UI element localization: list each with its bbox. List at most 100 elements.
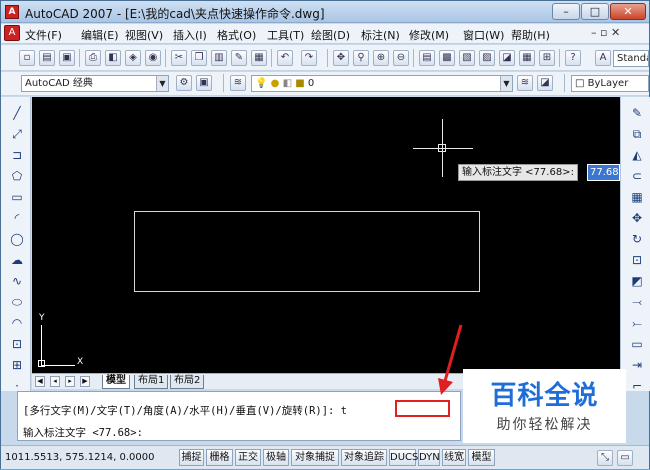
menu-dimension[interactable]: 标注(N) — [361, 27, 400, 43]
text-style-combo[interactable]: Standa — [613, 50, 649, 67]
save-workspace-icon[interactable]: ▣ — [196, 75, 212, 91]
layer-combo[interactable]: 💡 ● ◧ ■ 0 ▼ — [251, 75, 513, 92]
menu-view[interactable]: 视图(V) — [125, 27, 163, 43]
prev-tab-icon[interactable]: ◂ — [50, 376, 60, 387]
model-space-toggle[interactable]: 模型 — [468, 449, 495, 466]
spline-icon[interactable]: ∿ — [9, 273, 25, 289]
workspace-settings-icon[interactable]: ⚙ — [176, 75, 192, 91]
sheet-set-icon[interactable]: ▨ — [479, 50, 495, 66]
chevron-down-icon[interactable]: ▼ — [156, 76, 168, 91]
stretch-icon[interactable]: ◩ — [629, 273, 645, 289]
grid-toggle[interactable]: 栅格 — [206, 449, 233, 466]
menu-insert[interactable]: 插入(I) — [173, 27, 207, 43]
rotate-icon[interactable]: ↻ — [629, 231, 645, 247]
copy-icon[interactable]: ❐ — [191, 50, 207, 66]
save-icon[interactable]: ▣ — [59, 50, 75, 66]
menu-format[interactable]: 格式(O) — [217, 27, 256, 43]
menu-modify[interactable]: 修改(M) — [409, 27, 449, 43]
erase-icon[interactable]: ✎ — [629, 105, 645, 121]
markup-icon[interactable]: ◪ — [499, 50, 515, 66]
extend-icon[interactable]: ⤚ — [629, 315, 645, 331]
maximize-button[interactable]: □ — [581, 3, 609, 20]
insert-block-icon[interactable]: ⊡ — [9, 336, 25, 352]
trim-icon[interactable]: ⤙ — [629, 294, 645, 310]
first-tab-icon[interactable]: ◀ — [35, 376, 45, 387]
rectangle-entity[interactable] — [134, 211, 480, 292]
dyn-toggle[interactable]: DYN — [418, 449, 440, 466]
workspace-combo[interactable]: AutoCAD 经典 ▼ — [21, 75, 169, 92]
ducs-toggle[interactable]: DUCS — [389, 449, 418, 466]
properties-icon[interactable]: ▤ — [419, 50, 435, 66]
clean-screen-icon[interactable]: ⤡ — [597, 450, 613, 466]
text-style-icon[interactable]: A — [595, 50, 611, 66]
title-bar[interactable]: A AutoCAD 2007 - [E:\我的cad\夹点快速操作命令.dwg]… — [1, 1, 649, 23]
scale-icon[interactable]: ⊡ — [629, 252, 645, 268]
osnap-toggle[interactable]: 对象捕捉 — [291, 449, 339, 466]
make-block-icon[interactable]: ⊞ — [9, 357, 25, 373]
redo-icon[interactable]: ↷ — [301, 50, 317, 66]
mdi-window-controls[interactable]: – ▫ ✕ — [591, 26, 620, 39]
menu-tools[interactable]: 工具(T) — [267, 27, 304, 43]
command-prompt-line[interactable]: 输入标注文字 <77.68>: — [23, 425, 143, 440]
cut-icon[interactable]: ✂ — [171, 50, 187, 66]
zoom-realtime-icon[interactable]: ⚲ — [353, 50, 369, 66]
polar-toggle[interactable]: 极轴 — [263, 449, 289, 466]
ellipse-arc-icon[interactable]: ◠ — [9, 315, 25, 331]
tab-model[interactable]: 模型 — [102, 375, 130, 389]
circle-icon[interactable]: ◯ — [9, 231, 25, 247]
document-icon[interactable]: A — [4, 25, 20, 41]
ellipse-icon[interactable]: ⬭ — [9, 294, 25, 310]
line-icon[interactable]: ╱ — [9, 105, 25, 121]
close-button[interactable]: ✕ — [610, 3, 646, 20]
quickcalc-icon[interactable]: ▦ — [519, 50, 535, 66]
coordinate-readout[interactable]: 1011.5513, 575.1214, 0.0000 — [5, 450, 155, 466]
menu-help[interactable]: 帮助(H) — [511, 27, 550, 43]
next-tab-icon[interactable]: ▸ — [65, 376, 75, 387]
ortho-toggle[interactable]: 正交 — [235, 449, 261, 466]
break-icon[interactable]: ▭ — [629, 336, 645, 352]
tray-settings-icon[interactable]: ▭ — [617, 450, 633, 466]
block-editor-icon[interactable]: ▦ — [251, 50, 267, 66]
chamfer-icon[interactable]: ⌐ — [629, 378, 645, 394]
help-icon[interactable]: ? — [565, 50, 581, 66]
copy-object-icon[interactable]: ⧉ — [629, 126, 645, 142]
arc-icon[interactable]: ◜ — [9, 210, 25, 226]
dynamic-input-field[interactable]: 77.68 — [587, 164, 620, 181]
polyline-icon[interactable]: ⊐ — [9, 147, 25, 163]
zoom-previous-icon[interactable]: ⊖ — [393, 50, 409, 66]
tool-palettes-icon[interactable]: ▧ — [459, 50, 475, 66]
join-icon[interactable]: ⇥ — [629, 357, 645, 373]
pan-icon[interactable]: ✥ — [333, 50, 349, 66]
publish-icon[interactable]: ◈ — [125, 50, 141, 66]
zoom-window-icon[interactable]: ⊕ — [373, 50, 389, 66]
make-object-layer-current-icon[interactable]: ≋ — [517, 75, 533, 91]
print-icon[interactable]: ⎙ — [85, 50, 101, 66]
mirror-icon[interactable]: ◭ — [629, 147, 645, 163]
menu-file[interactable]: 文件(F) — [25, 27, 62, 43]
construction-line-icon[interactable]: ⤢ — [9, 126, 25, 142]
lineweight-toggle[interactable]: 线宽 — [442, 449, 466, 466]
menu-edit[interactable]: 编辑(E) — [81, 27, 119, 43]
new-icon[interactable]: ▫ — [19, 50, 35, 66]
offset-icon[interactable]: ⊂ — [629, 168, 645, 184]
color-combo[interactable]: □ ByLayer — [571, 75, 649, 92]
snap-toggle[interactable]: 捕捉 — [179, 449, 204, 466]
menu-draw[interactable]: 绘图(D) — [311, 27, 350, 43]
layer-properties-icon[interactable]: ≋ — [230, 75, 246, 91]
tab-layout1[interactable]: 布局1 — [134, 375, 169, 389]
design-center-icon[interactable]: ▩ — [439, 50, 455, 66]
open-icon[interactable]: ▤ — [39, 50, 55, 66]
menu-window[interactable]: 窗口(W) — [463, 27, 504, 43]
undo-icon[interactable]: ↶ — [277, 50, 293, 66]
paste-icon[interactable]: ▥ — [211, 50, 227, 66]
move-icon[interactable]: ✥ — [629, 210, 645, 226]
3d-dwf-icon[interactable]: ◉ — [145, 50, 161, 66]
array-icon[interactable]: ▦ — [629, 189, 645, 205]
revision-cloud-icon[interactable]: ☁ — [9, 252, 25, 268]
chevron-down-icon[interactable]: ▼ — [500, 76, 512, 91]
layer-previous-icon[interactable]: ◪ — [537, 75, 553, 91]
last-tab-icon[interactable]: ▶ — [80, 376, 90, 387]
drawing-canvas[interactable]: 输入标注文字 <77.68>: 77.68 Y X — [32, 97, 620, 373]
rectangle-icon[interactable]: ▭ — [9, 189, 25, 205]
plot-preview-icon[interactable]: ◧ — [105, 50, 121, 66]
